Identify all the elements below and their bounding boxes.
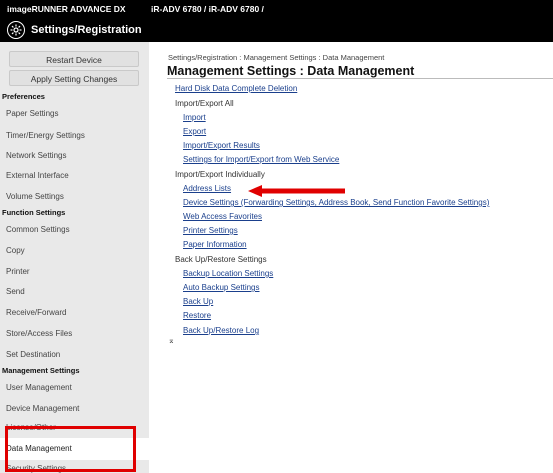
page-title-row: Settings/Registration — [7, 20, 142, 40]
backup-location-settings-link[interactable]: Backup Location Settings — [183, 269, 273, 278]
main-content: Settings/Registration : Management Setti… — [149, 42, 553, 473]
sidebar: Restart Device Apply Setting Changes Pre… — [0, 42, 149, 473]
sidebar-item-timer-energy-settings[interactable]: Timer/Energy Settings — [6, 131, 85, 140]
gear-icon — [7, 21, 25, 39]
webservice-import-export-settings-link[interactable]: Settings for Import/Export from Web Serv… — [183, 155, 339, 164]
back-to-top-icon[interactable]: ⌅ — [168, 336, 175, 345]
heading-divider — [167, 78, 553, 79]
highlight-box — [5, 426, 136, 472]
sidebar-item-send[interactable]: Send — [6, 287, 25, 296]
sidebar-heading-preferences: Preferences — [2, 92, 45, 101]
address-lists-link[interactable]: Address Lists — [183, 184, 231, 193]
import-link[interactable]: Import — [183, 113, 206, 122]
import-export-individually-label: Import/Export Individually — [175, 170, 265, 179]
page-title: Settings/Registration — [31, 24, 142, 36]
back-up-link[interactable]: Back Up — [183, 297, 213, 306]
backup-restore-settings-label: Back Up/Restore Settings — [175, 255, 267, 264]
sidebar-item-paper-settings[interactable]: Paper Settings — [6, 109, 58, 118]
sidebar-item-copy[interactable]: Copy — [6, 246, 25, 255]
printer-settings-link[interactable]: Printer Settings — [183, 226, 238, 235]
sidebar-item-printer[interactable]: Printer — [6, 267, 30, 276]
sidebar-item-device-management[interactable]: Device Management — [6, 404, 79, 413]
web-access-favorites-link[interactable]: Web Access Favorites — [183, 212, 262, 221]
apply-setting-changes-button[interactable]: Apply Setting Changes — [9, 70, 139, 86]
backup-restore-log-link[interactable]: Back Up/Restore Log — [183, 326, 259, 335]
paper-information-link[interactable]: Paper Information — [183, 240, 247, 249]
red-arrow-icon — [248, 185, 345, 197]
restart-device-button[interactable]: Restart Device — [9, 51, 139, 67]
top-bar: imageRUNNER ADVANCE DX iR-ADV 6780 / iR-… — [0, 0, 553, 42]
product-name: imageRUNNER ADVANCE DX — [7, 4, 126, 14]
sidebar-item-set-destination[interactable]: Set Destination — [6, 350, 60, 359]
sidebar-item-store-access-files[interactable]: Store/Access Files — [6, 329, 72, 338]
restore-link[interactable]: Restore — [183, 311, 211, 320]
hdd-data-complete-deletion-link[interactable]: Hard Disk Data Complete Deletion — [175, 84, 297, 93]
section-heading: Management Settings : Data Management — [167, 64, 415, 78]
sidebar-heading-function-settings: Function Settings — [2, 208, 66, 217]
sidebar-item-user-management[interactable]: User Management — [6, 383, 72, 392]
sidebar-item-external-interface[interactable]: External Interface — [6, 171, 69, 180]
device-settings-link[interactable]: Device Settings (Forwarding Settings, Ad… — [183, 198, 489, 207]
sidebar-item-network-settings[interactable]: Network Settings — [6, 151, 66, 160]
device-model: iR-ADV 6780 / iR-ADV 6780 / — [151, 4, 264, 14]
auto-backup-settings-link[interactable]: Auto Backup Settings — [183, 283, 260, 292]
sidebar-heading-management-settings: Management Settings — [2, 366, 80, 375]
sidebar-item-volume-settings[interactable]: Volume Settings — [6, 192, 64, 201]
breadcrumb: Settings/Registration : Management Setti… — [168, 53, 385, 62]
export-link[interactable]: Export — [183, 127, 206, 136]
import-export-all-label: Import/Export All — [175, 99, 234, 108]
sidebar-item-common-settings[interactable]: Common Settings — [6, 225, 70, 234]
import-export-results-link[interactable]: Import/Export Results — [183, 141, 260, 150]
sidebar-item-receive-forward[interactable]: Receive/Forward — [6, 308, 66, 317]
